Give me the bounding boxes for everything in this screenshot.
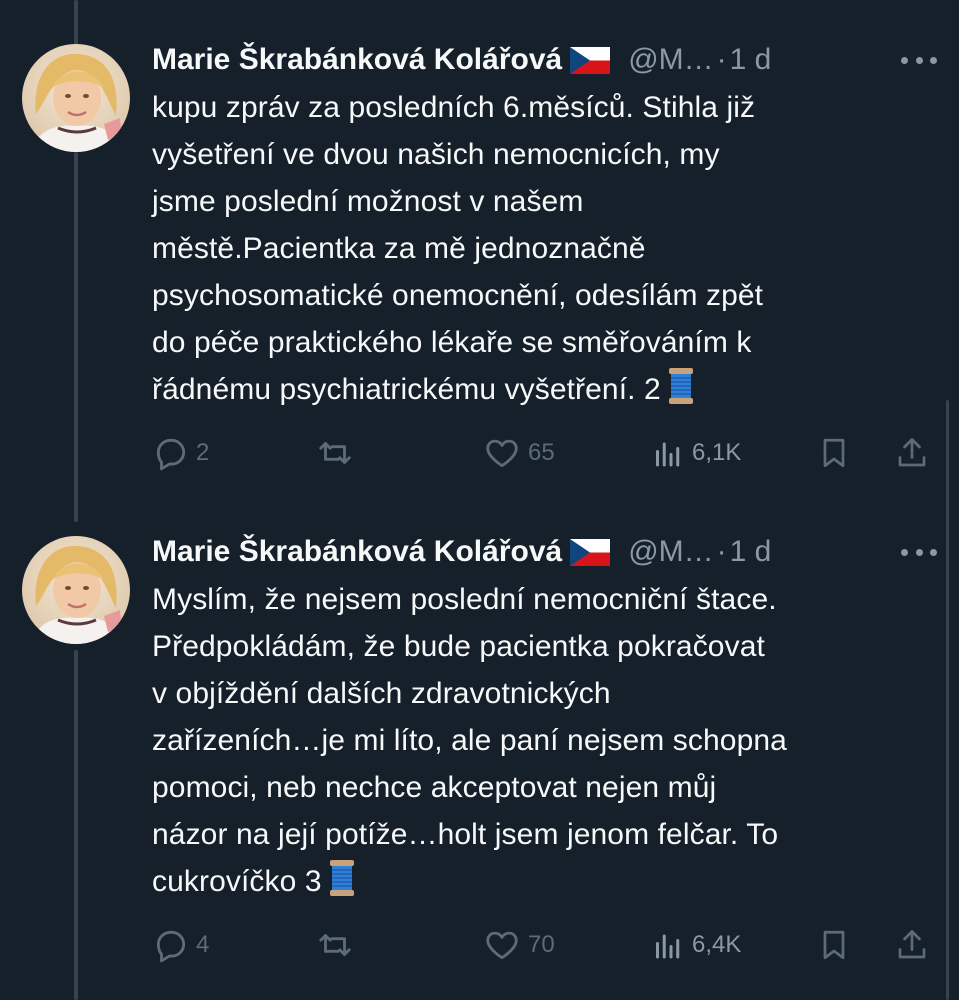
tweet-actions: 2 65 6,1K — [152, 432, 945, 474]
tweet-actions: 4 70 6,4K — [152, 924, 945, 966]
reply-icon — [156, 930, 186, 963]
reply-button[interactable]: 4 — [152, 924, 209, 966]
tweet-text-line: jsme poslední možnost v našem — [152, 185, 584, 218]
thread-spool-icon — [668, 368, 693, 404]
tweet-text-line: v objíždění dalších zdravotnických — [152, 677, 611, 710]
tweet-text: kupu zpráv za posledních 6.měsíců. Stihl… — [152, 84, 912, 413]
like-count: 65 — [528, 439, 555, 466]
retweet-button[interactable] — [316, 432, 360, 474]
retweet-icon — [319, 934, 351, 956]
tweet[interactable]: Marie Škrabánková Kolářová @M… · 1 d Mys… — [0, 532, 959, 1000]
tweet-text-line: cukrovíčko 3 — [152, 865, 322, 898]
czech-flag-icon — [570, 46, 611, 74]
tweet-text-line: zařízeních…je mi líto, ale paní nejsem s… — [152, 724, 787, 757]
share-icon — [898, 930, 926, 959]
views-button[interactable]: 6,4K — [650, 924, 741, 966]
like-count: 70 — [528, 931, 555, 958]
view-count: 6,1K — [692, 439, 742, 466]
like-button[interactable]: 70 — [482, 924, 555, 966]
author-handle[interactable]: @M… — [628, 535, 713, 569]
thread-spool-icon — [329, 860, 354, 896]
author-handle[interactable]: @M… — [628, 43, 713, 77]
czech-flag-icon — [570, 538, 611, 566]
tweet-text-line: Předpokládám, že bude pacientka pokračov… — [152, 630, 765, 663]
timestamp[interactable]: 1 d — [730, 43, 772, 77]
reply-button[interactable]: 2 — [152, 432, 209, 474]
share-button[interactable] — [894, 924, 930, 966]
tweet[interactable]: Marie Škrabánková Kolářová @M… · 1 d kup… — [0, 40, 959, 480]
heart-icon — [486, 931, 518, 960]
tweet-header: Marie Škrabánková Kolářová @M… · 1 d — [152, 40, 771, 80]
tweet-text-line: vyšetření ve dvou našich nemocnicích, my — [152, 138, 720, 171]
tweet-text-line: názor na její potíže…holt jsem jenom fel… — [152, 818, 779, 851]
tweet-text: Myslím, že nejsem poslední nemocniční št… — [152, 576, 912, 905]
bookmark-button[interactable] — [816, 924, 852, 966]
share-button[interactable] — [894, 432, 930, 474]
more-options-icon[interactable] — [901, 538, 937, 566]
tweet-text-line: pomoci, neb nechce akceptovat nejen můj — [152, 771, 717, 804]
retweet-button[interactable] — [316, 924, 360, 966]
tweet-text-line: psychosomatické onemocnění, odesílám zpě… — [152, 279, 764, 312]
author-name[interactable]: Marie Škrabánková Kolářová — [152, 535, 562, 569]
heart-icon — [486, 439, 518, 468]
analytics-icon — [656, 442, 680, 467]
author-name[interactable]: Marie Škrabánková Kolářová — [152, 43, 562, 77]
avatar[interactable] — [22, 536, 130, 644]
tweet-text-line: Myslím, že nejsem poslední nemocniční št… — [152, 583, 777, 616]
avatar[interactable] — [22, 44, 130, 152]
like-button[interactable]: 65 — [482, 432, 555, 474]
reply-icon — [156, 438, 186, 471]
separator-dot: · — [716, 43, 727, 76]
separator-dot: · — [716, 535, 727, 568]
timestamp[interactable]: 1 d — [730, 535, 772, 569]
views-button[interactable]: 6,1K — [650, 432, 741, 474]
share-icon — [898, 438, 926, 467]
analytics-icon — [656, 934, 680, 959]
tweet-header: Marie Škrabánková Kolářová @M… · 1 d — [152, 532, 771, 572]
view-count: 6,4K — [692, 931, 742, 958]
tweet-text-line: do péče praktického lékaře se směřováním… — [152, 326, 752, 359]
tweet-text-line: řádnému psychiatrickému vyšetření. 2 — [152, 373, 661, 406]
tweet-text-line: kupu zpráv za posledních 6.měsíců. Stihl… — [152, 91, 756, 124]
bookmark-icon — [823, 438, 845, 468]
bookmark-icon — [823, 930, 845, 960]
retweet-icon — [319, 442, 351, 464]
reply-count: 2 — [196, 439, 210, 466]
tweet-text-line: městě.Pacientka za mě jednoznačně — [152, 232, 646, 265]
reply-count: 4 — [196, 931, 210, 958]
more-options-icon[interactable] — [901, 46, 937, 74]
bookmark-button[interactable] — [816, 432, 852, 474]
